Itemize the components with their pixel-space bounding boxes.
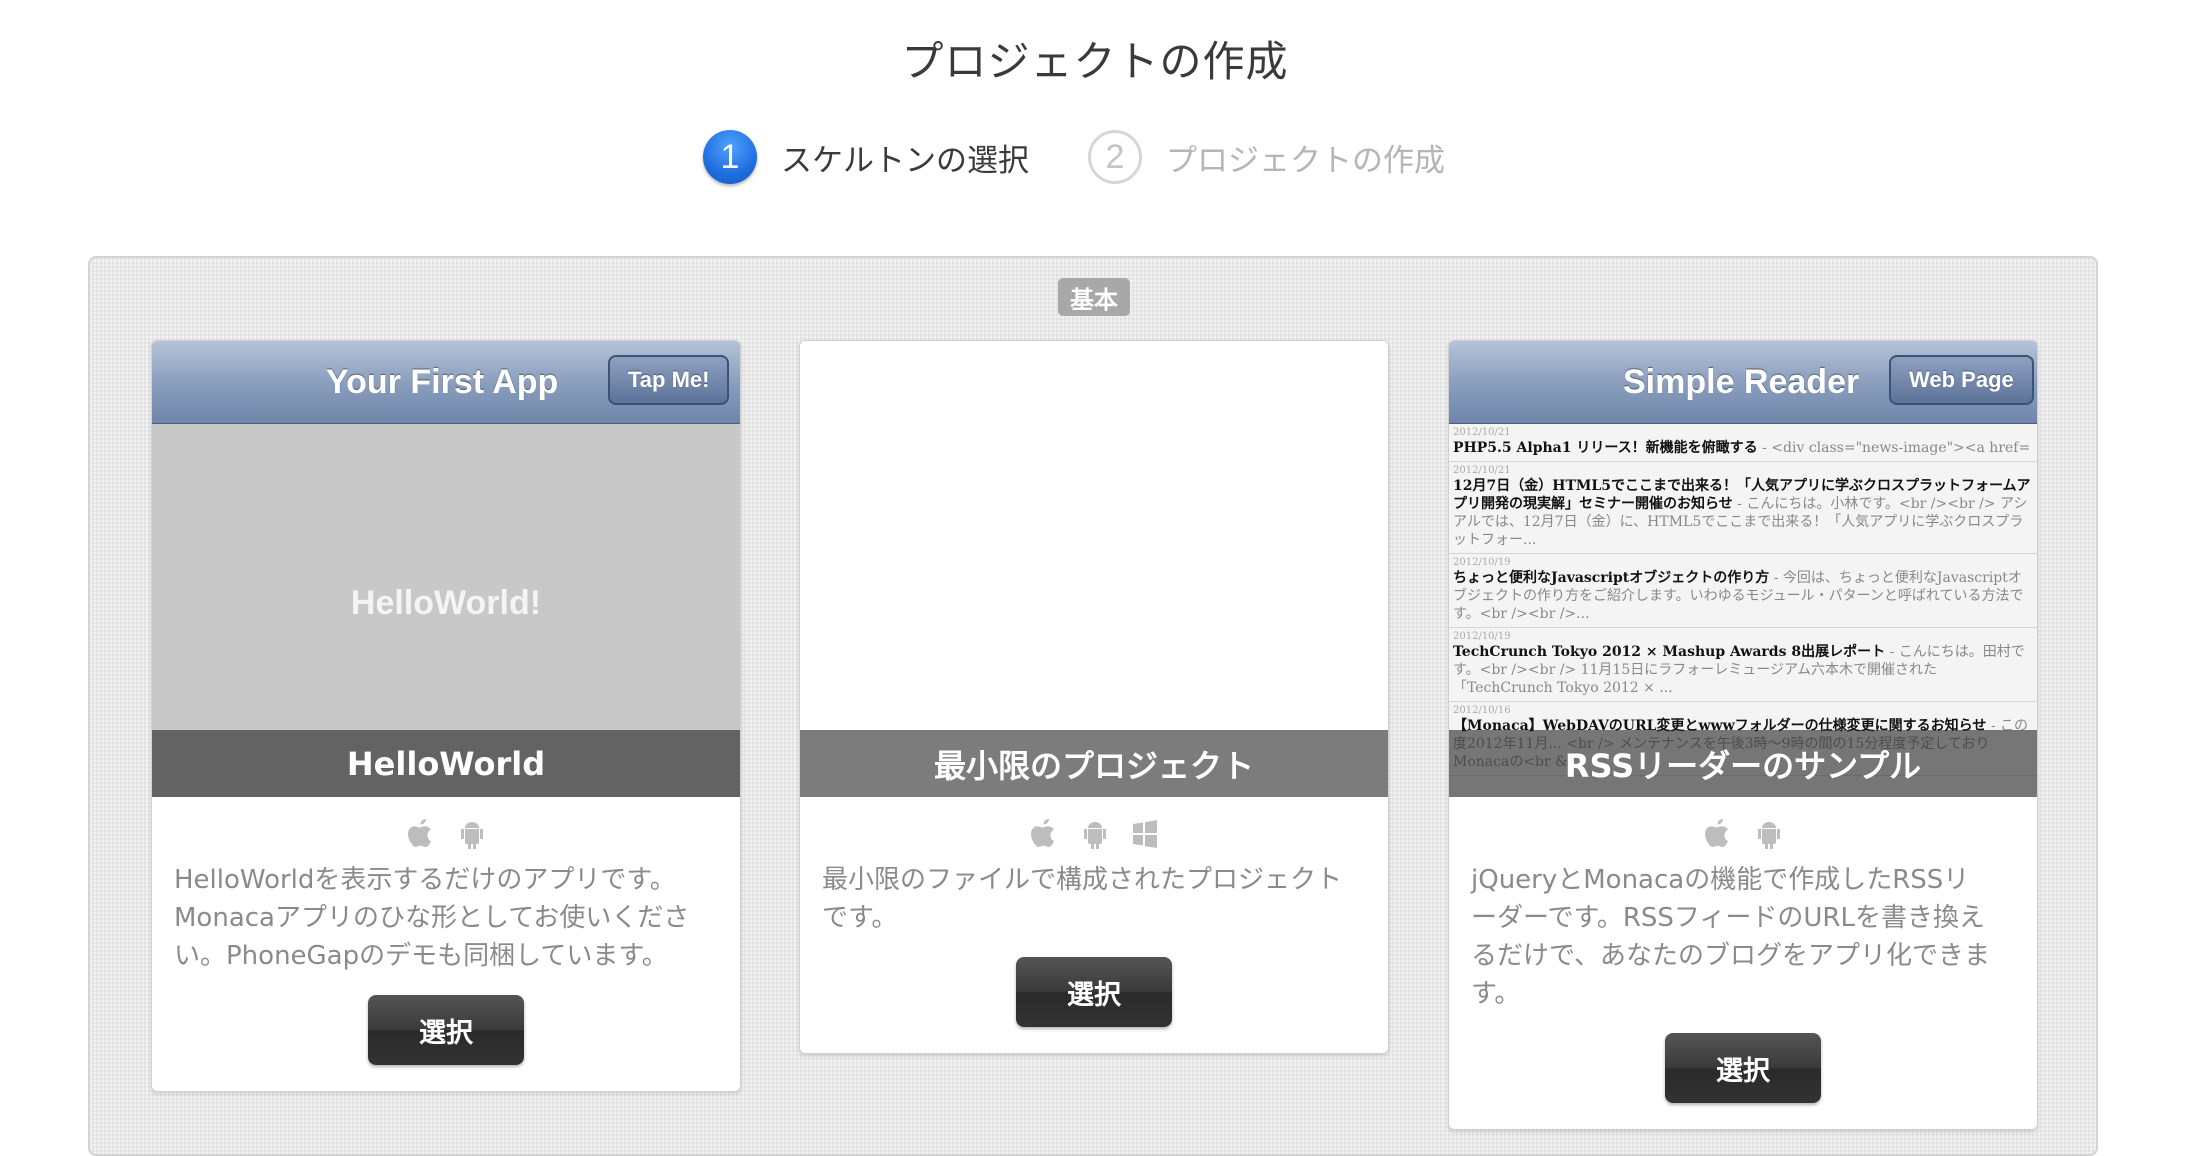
section-badge: 基本 — [1058, 278, 1130, 316]
preview-content — [800, 341, 1388, 797]
feed-item: 2012/10/21 12月7日（金）HTML5でここまで出来る！「人気アプリに… — [1449, 462, 2037, 554]
step-1: 1 スケルトンの選択 — [703, 130, 1029, 184]
preview-nav-button: Tap Me! — [608, 355, 730, 405]
feed-date: 2012/10/21 — [1453, 465, 1511, 476]
skeleton-card-minimal[interactable]: 最小限のプロジェクト 最小限のファイルで構成されたプロジェクトです。 選択 — [799, 340, 1389, 1054]
step-1-number: 1 — [703, 130, 757, 184]
select-button[interactable]: 選択 — [1016, 957, 1172, 1027]
feed-text: PHP5.5 Alpha1 リリース！新機能を俯瞰する - <div class… — [1453, 439, 2031, 457]
feed-date: 2012/10/21 — [1453, 427, 1511, 438]
apple-icon — [406, 817, 436, 851]
card-preview: 最小限のプロジェクト — [800, 341, 1388, 797]
feed-text: 12月7日（金）HTML5でここまで出来る！「人気アプリに学ぶクロスプラットフォ… — [1453, 477, 2031, 549]
feed-item: 2012/10/19 ちょっと便利なJavascriptオブジェクトの作り方 -… — [1449, 554, 2037, 628]
android-icon — [1755, 818, 1783, 850]
preview-nav-title: Your First App — [326, 363, 559, 401]
skeleton-card-helloworld[interactable]: Your First App Tap Me! HelloWorld! Hello… — [151, 340, 741, 1092]
feed-snippet: - <div class="news-image"><a href="/read… — [1762, 440, 2031, 456]
feed-date: 2012/10/16 — [1453, 705, 1511, 716]
android-icon — [1081, 818, 1109, 850]
preview-navbar: Your First App Tap Me! — [152, 341, 740, 424]
feed-text: ちょっと便利なJavascriptオブジェクトの作り方 - 今回は、ちょっと便利… — [1453, 569, 2031, 623]
card-preview: Simple Reader Web Page 2012/10/21 PHP5.5… — [1449, 341, 2037, 797]
apple-icon — [1703, 817, 1733, 851]
card-title: 最小限のプロジェクト — [800, 730, 1388, 797]
card-description: 最小限のファイルで構成されたプロジェクトです。 — [822, 865, 1343, 933]
android-icon — [458, 818, 486, 850]
preview-nav-title: Simple Reader — [1623, 363, 1860, 401]
feed-title: ちょっと便利なJavascriptオブジェクトの作り方 — [1453, 570, 1770, 586]
windows-icon — [1131, 820, 1159, 848]
card-preview: Your First App Tap Me! HelloWorld! Hello… — [152, 341, 740, 797]
card-description: HelloWorldを表示するだけのアプリです。Monacaアプリのひな形として… — [174, 865, 690, 971]
platform-icons — [1449, 809, 2037, 859]
platform-icons — [152, 809, 740, 859]
apple-icon — [1029, 817, 1059, 851]
feed-title: TechCrunch Tokyo 2012 × Mashup Awards 8出… — [1453, 644, 1886, 660]
step-indicator: 1 スケルトンの選択 2 プロジェクトの作成 — [0, 130, 2190, 200]
step-2: 2 プロジェクトの作成 — [1088, 130, 1445, 184]
preview-nav-button: Web Page — [1889, 355, 2034, 405]
platform-icons — [800, 809, 1388, 859]
card-title: HelloWorld — [152, 730, 740, 797]
feed-text: TechCrunch Tokyo 2012 × Mashup Awards 8出… — [1453, 643, 2031, 697]
feed-date: 2012/10/19 — [1453, 557, 1511, 568]
step-2-number: 2 — [1088, 130, 1142, 184]
card-description: jQueryとMonacaの機能で作成したRSSリーダーです。RSSフィードのU… — [1471, 865, 1990, 1009]
page-title: プロジェクトの作成 — [901, 37, 1289, 86]
preview-navbar: Simple Reader Web Page — [1449, 341, 2037, 424]
step-2-label: プロジェクトの作成 — [1166, 142, 1445, 179]
feed-date: 2012/10/19 — [1453, 631, 1511, 642]
feed-title: PHP5.5 Alpha1 リリース！新機能を俯瞰する — [1453, 440, 1758, 456]
card-title: RSSリーダーのサンプル — [1449, 730, 2037, 797]
select-button[interactable]: 選択 — [368, 995, 524, 1065]
feed-item: 2012/10/19 TechCrunch Tokyo 2012 × Mashu… — [1449, 628, 2037, 702]
preview-hello-text: HelloWorld! — [350, 584, 542, 622]
step-1-label: スケルトンの選択 — [781, 142, 1029, 179]
skeleton-card-rss-reader[interactable]: Simple Reader Web Page 2012/10/21 PHP5.5… — [1448, 340, 2038, 1130]
select-button[interactable]: 選択 — [1665, 1033, 1821, 1103]
feed-item: 2012/10/21 PHP5.5 Alpha1 リリース！新機能を俯瞰する -… — [1449, 424, 2037, 462]
